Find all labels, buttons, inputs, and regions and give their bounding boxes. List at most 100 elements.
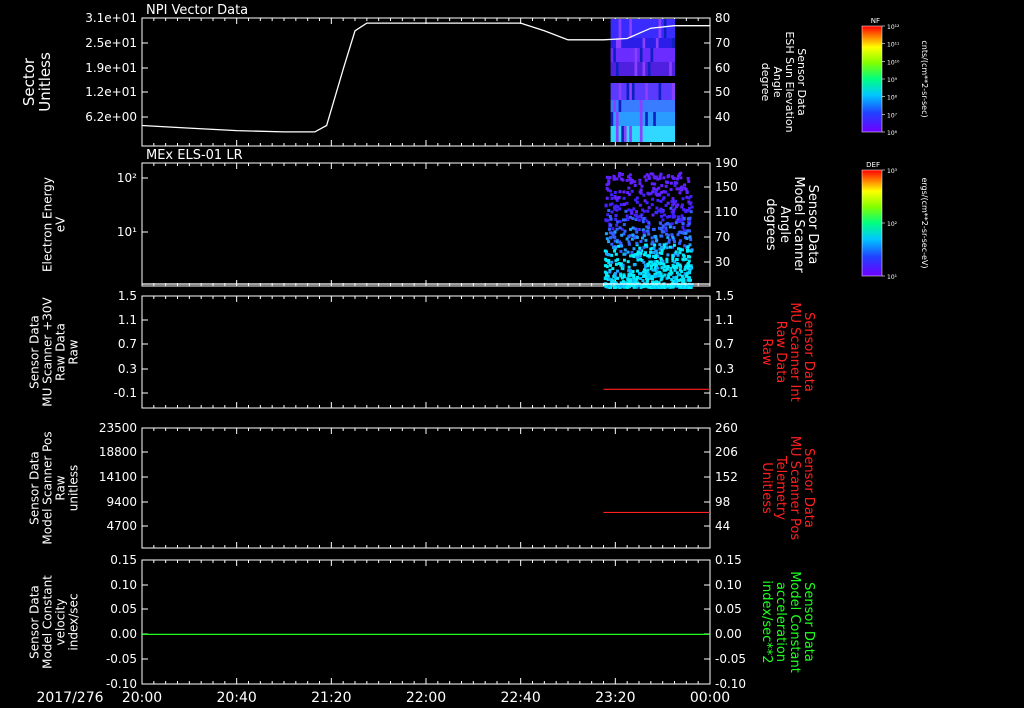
els-spectrogram-cell bbox=[634, 198, 638, 202]
left-tick-label: 23500 bbox=[99, 421, 137, 435]
els-spectrogram-cell bbox=[613, 190, 617, 194]
els-spectrogram-cell bbox=[620, 233, 624, 237]
els-spectrogram-cell bbox=[628, 269, 632, 273]
els-spectrogram-cell bbox=[647, 192, 651, 196]
els-spectrogram-cell bbox=[638, 178, 642, 182]
els-spectrogram-cell bbox=[605, 265, 609, 269]
els-spectrogram-cell bbox=[632, 273, 636, 277]
right-tick-label: 0.15 bbox=[715, 553, 742, 567]
right-axis-label-line: Sensor Data bbox=[801, 312, 816, 392]
els-spectrogram-cell bbox=[622, 190, 626, 194]
els-spectrogram-cell bbox=[646, 271, 650, 275]
left-axis-label-line: Sensor Data bbox=[28, 451, 42, 525]
els-spectrogram-cell bbox=[616, 196, 620, 200]
els-spectrogram-cell bbox=[686, 262, 690, 266]
els-spectrogram-cell bbox=[672, 275, 676, 279]
els-spectrogram-cell bbox=[662, 176, 666, 180]
els-spectrogram-cell bbox=[619, 249, 623, 253]
els-spectrogram-cell bbox=[605, 196, 609, 200]
right-tick-label: 0.00 bbox=[715, 627, 742, 641]
els-spectrogram-cell bbox=[646, 254, 650, 258]
els-spectrogram-cell bbox=[682, 216, 686, 220]
right-axis-label-line: Sensor Data bbox=[801, 582, 816, 662]
els-spectrogram-cell bbox=[605, 237, 609, 241]
els-spectrogram-cell bbox=[653, 243, 657, 247]
els-spectrogram-cell bbox=[662, 284, 666, 288]
els-spectrogram-cell bbox=[614, 252, 618, 256]
right-tick-label: 1.5 bbox=[715, 289, 734, 303]
right-axis-label-line: Raw Data bbox=[773, 321, 788, 384]
left-tick-label: 1.5 bbox=[118, 289, 137, 303]
els-spectrogram-cell bbox=[654, 190, 658, 194]
colorbar-tick-label: 10¹ bbox=[887, 274, 898, 281]
els-spectrogram-cell bbox=[608, 270, 612, 274]
x-tick-label: 21:20 bbox=[311, 690, 351, 706]
els-spectrogram-cell bbox=[661, 218, 665, 222]
els-spectrogram-cell bbox=[642, 230, 646, 234]
right-tick-label: 206 bbox=[715, 445, 738, 459]
els-spectrogram-cell bbox=[614, 262, 618, 266]
right-axis-label-line: Telemetry bbox=[773, 455, 788, 520]
els-spectrogram-cell bbox=[669, 266, 673, 270]
els-spectrogram-cell bbox=[651, 190, 655, 194]
els-spectrogram-cell bbox=[614, 259, 618, 263]
left-tick-label: 1.2e+01 bbox=[85, 85, 137, 99]
right-axis-label-line: Angle bbox=[777, 206, 792, 243]
colorbar-2 bbox=[861, 169, 883, 277]
els-spectrogram-cell bbox=[678, 241, 682, 245]
els-spectrogram-cell bbox=[643, 268, 647, 272]
els-spectrogram-cell bbox=[658, 221, 662, 225]
els-spectrogram-cell bbox=[614, 245, 618, 249]
els-spectrogram-cell bbox=[635, 210, 639, 214]
colorbar-tick-label: 10¹² bbox=[887, 24, 900, 31]
els-spectrogram-cell bbox=[652, 250, 656, 254]
left-axis-label-line: Sensor Data bbox=[28, 585, 42, 659]
els-spectrogram-cell bbox=[646, 264, 650, 268]
right-tick-label: -0.05 bbox=[715, 652, 746, 666]
els-spectrogram-cell bbox=[621, 280, 625, 284]
els-spectrogram-cell bbox=[680, 231, 684, 235]
left-axis-label-line: unitless bbox=[67, 465, 81, 511]
els-spectrogram-cell bbox=[657, 226, 661, 230]
els-spectrogram-cell bbox=[688, 255, 692, 259]
els-spectrogram-cell bbox=[689, 201, 693, 205]
left-axis-label-line: MU Scanner +30V bbox=[41, 297, 55, 407]
els-spectrogram-cell bbox=[635, 230, 639, 234]
left-tick-label: 9400 bbox=[106, 495, 137, 509]
left-tick-label: 4700 bbox=[106, 519, 137, 533]
els-spectrogram-cell bbox=[629, 227, 633, 231]
els-spectrogram-cell bbox=[630, 250, 634, 254]
els-spectrogram-cell bbox=[627, 265, 631, 269]
plot-canvas: NPI Vector Data 3.1e+01 2.5e+01 1.9e+01 1.2e… bbox=[20, 3, 929, 706]
left-tick-label: -0.1 bbox=[114, 386, 137, 400]
els-spectrogram-cell bbox=[618, 240, 622, 244]
panel-title-1: NPI Vector Data bbox=[146, 3, 248, 18]
els-spectrogram-cell bbox=[679, 187, 683, 191]
els-spectrogram-cell bbox=[645, 279, 649, 283]
els-spectrogram-cell bbox=[651, 240, 655, 244]
els-spectrogram-cell bbox=[637, 218, 641, 222]
right-tick-label: 30 bbox=[715, 255, 730, 269]
right-tick-label: 190 bbox=[715, 156, 738, 170]
els-spectrogram-cell bbox=[661, 224, 665, 228]
els-spectrogram-cell bbox=[635, 255, 639, 259]
left-axis-label-line: index/sec bbox=[67, 593, 81, 650]
els-spectrogram-cell bbox=[639, 239, 643, 243]
els-spectrogram-cell bbox=[646, 268, 650, 272]
els-spectrogram-cell bbox=[635, 285, 639, 289]
els-spectrogram-cell bbox=[660, 266, 664, 270]
els-spectrogram-cell bbox=[614, 271, 618, 275]
els-spectrogram-cell bbox=[647, 275, 651, 279]
els-spectrogram-cell bbox=[664, 184, 668, 188]
els-spectrogram-cell bbox=[627, 272, 631, 276]
left-tick-label: 2.5e+01 bbox=[85, 36, 137, 50]
els-spectrogram-cell bbox=[689, 238, 693, 242]
els-spectrogram-cell bbox=[679, 217, 683, 221]
els-spectrogram-cell bbox=[613, 275, 617, 279]
els-spectrogram-cell bbox=[635, 276, 639, 280]
els-spectrogram-cell bbox=[656, 266, 660, 270]
els-spectrogram-cell bbox=[666, 273, 670, 277]
els-spectrogram-cell bbox=[647, 226, 651, 230]
els-spectrogram-cell bbox=[673, 264, 677, 268]
els-spectrogram-cell bbox=[682, 228, 686, 232]
